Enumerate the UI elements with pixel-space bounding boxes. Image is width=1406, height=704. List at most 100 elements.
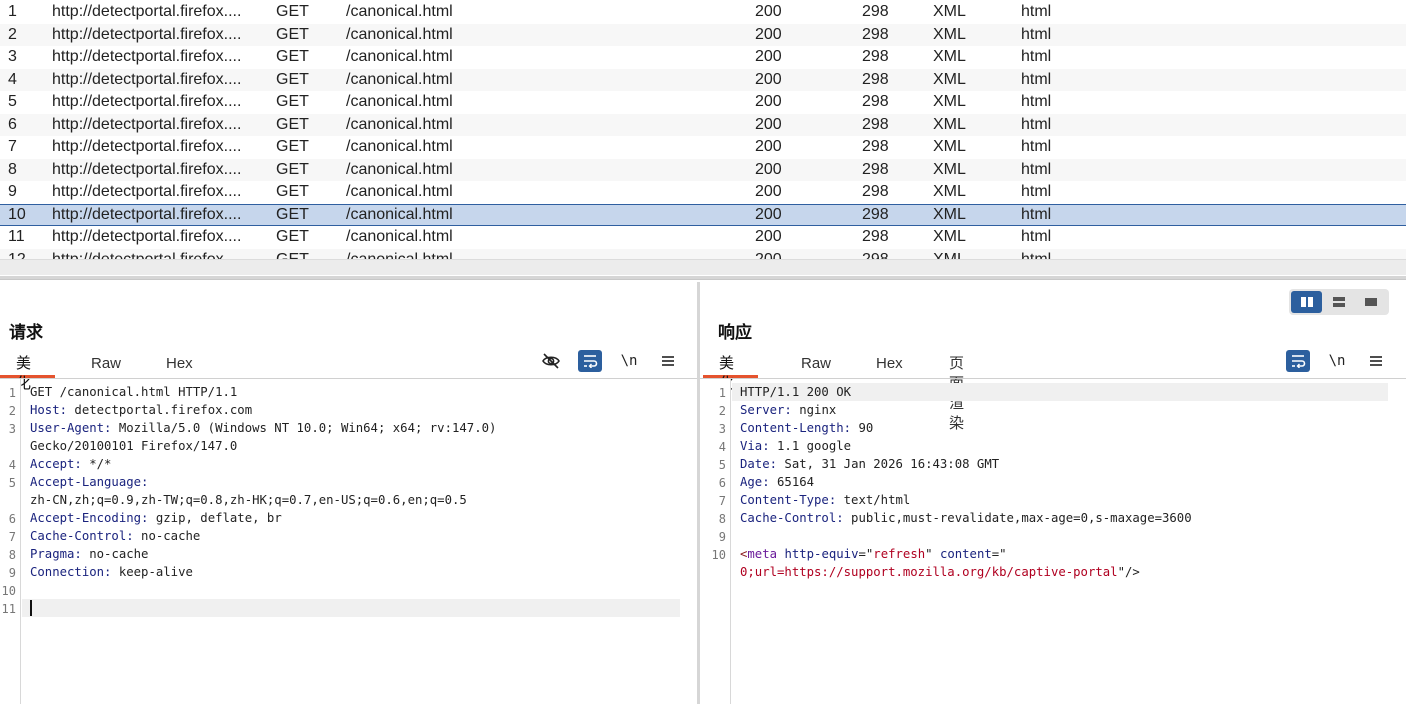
row-extension: html xyxy=(1021,138,1052,155)
code-line: Accept-Encoding: gzip, deflate, br xyxy=(30,509,282,527)
word-wrap-icon[interactable] xyxy=(1286,350,1310,372)
eye-off-icon[interactable] xyxy=(539,350,563,372)
row-method: GET xyxy=(276,205,309,223)
row-url: /canonical.html xyxy=(346,70,453,88)
row-length: 298 xyxy=(862,93,889,110)
row-length: 298 xyxy=(862,25,889,43)
split-rows-icon[interactable] xyxy=(1323,291,1354,313)
tab-response-1[interactable]: Raw xyxy=(795,354,837,378)
line-number: 9 xyxy=(718,530,726,544)
tab-request-1[interactable]: Raw xyxy=(85,354,127,378)
tab-response-2[interactable]: Hex xyxy=(870,354,909,378)
row-url: /canonical.html xyxy=(346,48,453,65)
row-length: 298 xyxy=(862,70,889,88)
table-row[interactable]: 8 http://detectportal.firefox.... GET/cano… xyxy=(0,158,1406,181)
split-columns-icon[interactable] xyxy=(1291,291,1322,313)
response-title: 响应 xyxy=(718,323,752,342)
code-token: "/> xyxy=(1117,565,1140,579)
row-method: GET xyxy=(276,138,309,155)
row-number: 3 xyxy=(8,48,17,65)
row-length: 298 xyxy=(862,3,889,20)
row-status: 200 xyxy=(755,138,782,155)
table-row[interactable]: 3 http://detectportal.firefox.... GET/cano… xyxy=(0,46,1406,69)
header-name: Content-Length: xyxy=(740,421,852,435)
tab-request-0[interactable]: 美化 xyxy=(0,354,56,392)
horizontal-splitter[interactable] xyxy=(0,276,1406,280)
code-token: public,must-revalidate,max-age=0,s-maxag… xyxy=(843,511,1192,525)
code-token: detectportal.firefox.com xyxy=(67,403,253,417)
line-number-gutter: 1 2 3 4 5 6 7 8 9 10 xyxy=(700,379,731,704)
header-name: User-Agent: xyxy=(30,421,112,435)
menu-icon[interactable] xyxy=(656,350,680,372)
menu-icon[interactable] xyxy=(1364,350,1388,372)
table-row[interactable]: 5 http://detectportal.firefox.... GET/cano… xyxy=(0,91,1406,114)
tab-response-3[interactable]: 页面渲染 xyxy=(943,354,970,432)
request-editor[interactable]: 1 2 3 4 5 6 7 8 9 10 11 GET /canonical.html HTTP/1… xyxy=(0,379,697,704)
single-pane-icon[interactable] xyxy=(1355,291,1386,313)
row-status: 200 xyxy=(755,205,782,223)
word-wrap-icon[interactable] xyxy=(578,350,602,372)
row-method: GET xyxy=(276,70,309,88)
row-extension: html xyxy=(1021,3,1052,20)
code-token: 1.1 google xyxy=(769,439,852,453)
tab-request-2[interactable]: Hex xyxy=(160,354,199,378)
code-token: zh-CN,zh;q=0.9,zh-TW;q=0.8,zh-HK;q=0.7,e… xyxy=(30,493,467,507)
show-newlines-icon[interactable]: \n xyxy=(1325,350,1349,372)
layout-toggle xyxy=(1289,289,1389,315)
row-mime-type: XML xyxy=(933,205,966,223)
code-line: Content-Length: 90 xyxy=(740,419,873,437)
line-number: 6 xyxy=(718,476,726,490)
line-number: 6 xyxy=(8,512,16,526)
row-status: 200 xyxy=(755,160,782,178)
row-mime-type: XML xyxy=(933,70,966,88)
row-number: 10 xyxy=(8,205,26,223)
code-line: Accept-Language: xyxy=(30,473,148,491)
row-number: 4 xyxy=(8,70,17,88)
table-row[interactable]: 7 http://detectportal.firefox.... GET/cano… xyxy=(0,136,1406,159)
line-number: 8 xyxy=(8,548,16,562)
row-host: http://detectportal.firefox.... xyxy=(52,250,242,260)
request-pane: 请求 美化 Raw Hex \n 1 2 3 4 5 6 7 8 9 10 11 GET /canoni… xyxy=(0,282,697,704)
code-line: zh-CN,zh;q=0.9,zh-TW;q=0.8,zh-HK;q=0.7,e… xyxy=(30,491,467,509)
row-host: http://detectportal.firefox.... xyxy=(52,228,242,245)
show-newlines-icon[interactable]: \n xyxy=(617,350,641,372)
row-extension: html xyxy=(1021,183,1052,200)
row-url: /canonical.html xyxy=(346,25,453,43)
table-row[interactable]: 2 http://detectportal.firefox.... GET/cano… xyxy=(0,23,1406,46)
horizontal-scrollbar[interactable] xyxy=(0,259,1406,275)
row-mime-type: XML xyxy=(933,3,966,20)
row-host: http://detectportal.firefox.... xyxy=(52,183,242,200)
code-line: Cache-Control: public,must-revalidate,ma… xyxy=(740,509,1192,527)
header-name: Accept-Language: xyxy=(30,475,149,489)
code-token: Mozilla/5.0 (Windows NT 10.0; Win64; x64… xyxy=(111,421,497,435)
table-row[interactable]: 1 http://detectportal.firefox.... GET/cano… xyxy=(0,1,1406,24)
table-row[interactable]: 9 http://detectportal.firefox.... GET/cano… xyxy=(0,181,1406,204)
line-number: 9 xyxy=(8,566,16,580)
tab-response-0[interactable]: 美化 xyxy=(703,354,759,392)
row-status: 200 xyxy=(755,250,782,260)
row-extension: html xyxy=(1021,70,1052,88)
code-token: */* xyxy=(81,457,112,471)
row-mime-type: XML xyxy=(933,93,966,110)
line-number: 7 xyxy=(8,530,16,544)
table-row[interactable]: 12 http://detectportal.firefox.... GET/can… xyxy=(0,248,1406,260)
table-row[interactable]: 11 http://detectportal.firefox.... GET/can… xyxy=(0,226,1406,249)
line-number: 2 xyxy=(8,404,16,418)
table-row[interactable]: 6 http://detectportal.firefox.... GET/cano… xyxy=(0,113,1406,136)
row-number: 1 xyxy=(8,3,17,20)
header-name: Accept-Encoding: xyxy=(30,511,149,525)
row-url: /canonical.html xyxy=(346,228,453,245)
header-name: http-equiv xyxy=(784,547,859,561)
code-token: refresh xyxy=(873,547,926,561)
row-extension: html xyxy=(1021,48,1052,65)
code-token: HTTP/1.1 200 OK xyxy=(740,385,852,399)
row-status: 200 xyxy=(755,93,782,110)
code-line: Server: nginx xyxy=(740,401,836,419)
row-host: http://detectportal.firefox.... xyxy=(52,25,242,43)
response-editor[interactable]: 1 2 3 4 5 6 7 8 9 10 HTTP/1.1 200 OK Server: nginx… xyxy=(700,379,1406,704)
table-row[interactable]: 10 http://detectportal.firefox.... GET/can… xyxy=(0,203,1406,226)
code-token: gzip, deflate, br xyxy=(148,511,282,525)
row-method: GET xyxy=(276,93,309,110)
table-row[interactable]: 4 http://detectportal.firefox.... GET/cano… xyxy=(0,68,1406,91)
row-host: http://detectportal.firefox.... xyxy=(52,205,242,223)
